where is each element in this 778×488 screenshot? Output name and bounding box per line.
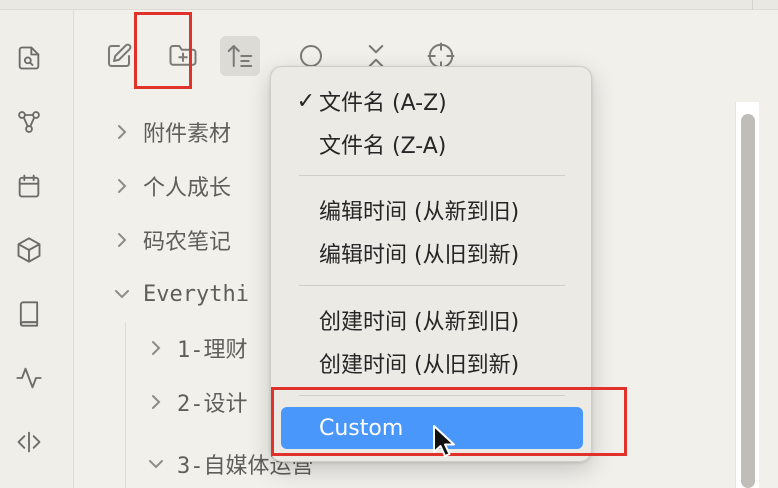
left-ribbon	[0, 10, 74, 488]
menu-item-created-old-new[interactable]: 创建时间 (从旧到新)	[281, 344, 583, 382]
scrollbar-thumb[interactable]	[741, 114, 755, 488]
menu-item-label: 编辑时间 (从旧到新)	[319, 243, 520, 268]
sort-icon[interactable]	[220, 36, 260, 76]
tree-folder[interactable]: Everythi	[107, 278, 270, 310]
menu-separator	[299, 175, 565, 176]
tree-folder-label: Everythi	[143, 281, 249, 307]
mouse-pointer-icon	[432, 424, 458, 460]
graph-icon[interactable]	[13, 106, 45, 138]
tree-indent-guide	[125, 322, 126, 488]
chevron-right-icon	[107, 177, 137, 195]
menu-separator	[299, 285, 565, 286]
sort-button-annotation	[134, 12, 192, 89]
scrollbar[interactable]	[735, 102, 759, 488]
tree-folder[interactable]: 附件素材	[107, 116, 277, 148]
pane-divider	[752, 0, 753, 10]
chevron-down-icon	[107, 287, 137, 301]
checkmark-icon: ✓	[296, 88, 315, 114]
menu-item-label: 编辑时间 (从新到旧)	[319, 200, 520, 225]
tree-folder-label: 2-设计	[177, 392, 248, 417]
tree-folder-label: 附件素材	[143, 122, 232, 147]
chevron-down-icon	[141, 457, 171, 471]
menu-item-modified-old-new[interactable]: 编辑时间 (从旧到新)	[281, 234, 583, 272]
tree-folder-label: 码农笔记	[143, 230, 232, 255]
tree-folder-label: 个人成长	[143, 176, 232, 201]
cube-icon[interactable]	[13, 234, 45, 266]
menu-item-label: 创建时间 (从旧到新)	[319, 353, 520, 378]
code-icon[interactable]	[13, 426, 45, 458]
chevron-right-icon	[107, 231, 137, 249]
book-icon[interactable]	[13, 298, 45, 330]
menu-item-name-desc[interactable]: 文件名 (Z-A)	[281, 125, 583, 163]
menu-item-name-asc[interactable]: ✓ 文件名 (A-Z)	[281, 82, 583, 120]
menu-item-created-new-old[interactable]: 创建时间 (从新到旧)	[281, 301, 583, 339]
menu-item-label: 创建时间 (从新到旧)	[319, 310, 520, 335]
tree-folder-label: 1-理财	[177, 338, 248, 363]
tree-folder[interactable]: 2-设计	[141, 386, 270, 418]
chevron-right-icon	[141, 393, 171, 411]
menu-item-label: 文件名 (Z-A)	[319, 134, 447, 159]
chevron-right-icon	[107, 123, 137, 141]
tree-folder[interactable]: 码农笔记	[107, 224, 277, 256]
window-top-strip	[0, 0, 778, 10]
calendar-icon[interactable]	[13, 170, 45, 202]
chevron-right-icon	[141, 339, 171, 357]
menu-item-label: 文件名 (A-Z)	[319, 91, 447, 116]
tree-folder[interactable]: 个人成长	[107, 170, 277, 202]
new-note-icon[interactable]	[99, 36, 139, 76]
activity-icon[interactable]	[13, 362, 45, 394]
tree-folder[interactable]: 1-理财	[141, 332, 270, 364]
search-file-icon[interactable]	[13, 42, 45, 74]
menu-item-modified-new-old[interactable]: 编辑时间 (从新到旧)	[281, 191, 583, 229]
